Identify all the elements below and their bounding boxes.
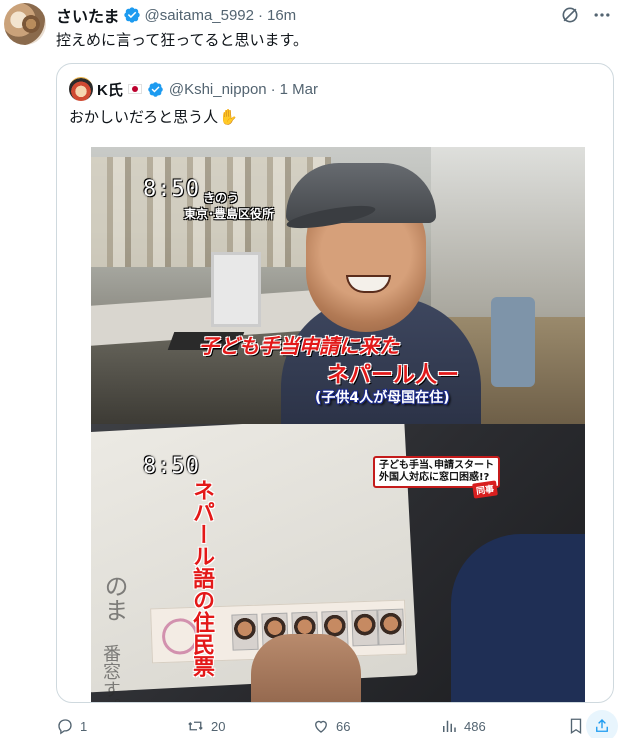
- quoted-tweet[interactable]: K氏 @Kshi_nippon · 1 Mar おかしいだろと思う人 ✋ 8:5…: [56, 63, 614, 703]
- photo-5: [351, 609, 379, 647]
- quoted-separator: ·: [270, 80, 276, 98]
- share-icon: [596, 719, 608, 732]
- raised-hand-emoji: ✋: [219, 109, 238, 126]
- avatar[interactable]: [4, 3, 46, 45]
- like-count: 66: [336, 718, 351, 734]
- office-chair: [491, 297, 535, 387]
- osd-day: きのう: [203, 191, 240, 205]
- quoted-timestamp: 1 Mar: [279, 80, 318, 98]
- osd-time-bottom: 8:50: [143, 454, 200, 479]
- quoted-tweet-text: おかしいだろと思う人 ✋: [69, 108, 238, 128]
- separator: ·: [258, 6, 263, 24]
- hand: [251, 634, 361, 702]
- quoted-media-image[interactable]: 8:50 きのう 東京･豊島区役所 子ども手当申請に来た ネパール人ー (子供4…: [91, 147, 585, 703]
- repost-icon: [188, 721, 203, 731]
- timestamp[interactable]: 16m: [267, 7, 296, 24]
- headline-tag: 同事: [472, 480, 498, 499]
- computer-monitor: [211, 252, 261, 327]
- repost-button[interactable]: 20: [186, 717, 225, 735]
- quoted-tweet-header: K氏 @Kshi_nippon · 1 Mar: [69, 77, 318, 101]
- tv-screenshot-top: 8:50 きのう 東京･豊島区役所 子ども手当申請に来た ネパール人ー (子供4…: [91, 147, 585, 424]
- bookmark-button[interactable]: [568, 717, 584, 735]
- grok-icon[interactable]: [560, 5, 580, 25]
- caption-main: ネパール人ー: [327, 363, 460, 388]
- like-button[interactable]: 66: [312, 717, 350, 735]
- bookmark-icon: [570, 718, 582, 735]
- person-right: [451, 534, 585, 702]
- photo-1: [231, 613, 259, 651]
- tweet[interactable]: さいたま @saitama_5992 · 16m 控えめに言って狂ってると思いま…: [0, 0, 618, 738]
- reply-icon: [58, 719, 72, 735]
- caption-sub: (子供4人が母国在住): [315, 390, 450, 406]
- osd-time-top: 8:50: [143, 177, 200, 202]
- japan-flag-icon: [127, 84, 142, 94]
- like-icon: [315, 720, 327, 733]
- vertical-caption: ネパール語の住民票: [189, 479, 214, 677]
- headline-line-1: 子ども手当､申請スタート: [379, 460, 494, 471]
- tweet-header: さいたま @saitama_5992 · 16m: [56, 3, 296, 27]
- verified-badge-icon: [148, 81, 163, 97]
- tv-screenshot-bottom: のま 番窓す。 8:50 子ども手当､申請スタート 外国人対応に窓口困惑!? 同…: [91, 424, 585, 703]
- tweet-text: 控えめに言って狂ってると思います。: [56, 32, 309, 49]
- quoted-display-name: K氏: [97, 81, 123, 99]
- display-name[interactable]: さいたま: [56, 3, 120, 27]
- reply-count: 1: [80, 718, 88, 734]
- reply-button[interactable]: 1: [56, 717, 87, 735]
- repost-count: 20: [211, 718, 226, 734]
- osd-location: 東京･豊島区役所: [184, 207, 275, 221]
- paper-text-1: のま: [100, 574, 128, 622]
- caption-red: 子ども手当申請に来た: [199, 334, 399, 358]
- quoted-avatar[interactable]: [69, 77, 93, 101]
- tweet-actions-bar: 1 20 66 486: [56, 710, 618, 738]
- quoted-handle: @Kshi_nippon: [168, 80, 267, 98]
- views-count: 486: [464, 718, 486, 734]
- more-icon[interactable]: [592, 5, 612, 25]
- quoted-text: おかしいだろと思う人: [69, 109, 219, 126]
- views-icon: [443, 720, 456, 732]
- verified-badge-icon: [123, 7, 140, 23]
- photo-6: [377, 608, 405, 646]
- paper-text-2: 番窓す。: [100, 644, 121, 703]
- views-button[interactable]: 486: [440, 717, 486, 735]
- handle[interactable]: @saitama_5992: [145, 7, 254, 24]
- tweet-top-actions: [560, 5, 612, 25]
- share-button[interactable]: [586, 710, 618, 738]
